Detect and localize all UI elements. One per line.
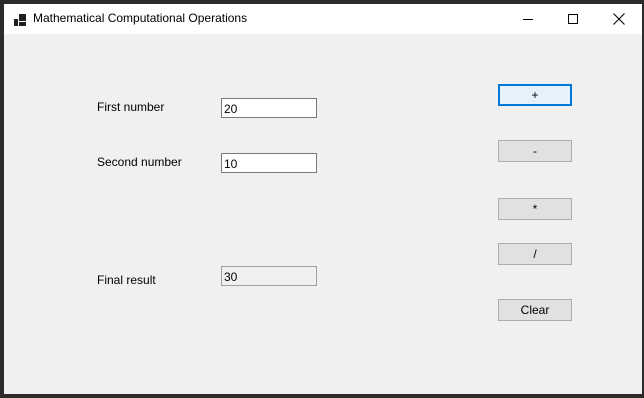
first-number-input[interactable] <box>221 98 317 118</box>
add-button[interactable]: + <box>498 84 572 106</box>
window-title: Mathematical Computational Operations <box>33 11 248 25</box>
subtract-button[interactable]: - <box>498 140 572 162</box>
second-number-label: Second number <box>97 155 182 169</box>
maximize-icon <box>568 14 578 24</box>
app-window: Mathematical Computational Operations Fi… <box>4 4 642 394</box>
clear-button[interactable]: Clear <box>498 299 572 321</box>
close-icon <box>613 13 625 25</box>
close-button[interactable] <box>596 4 642 34</box>
final-result-output[interactable] <box>221 266 317 286</box>
minimize-button[interactable] <box>505 4 551 34</box>
app-window-icon <box>14 13 26 26</box>
final-result-label: Final result <box>97 273 156 287</box>
multiply-button[interactable]: * <box>498 198 572 220</box>
divide-button[interactable]: / <box>498 243 572 265</box>
maximize-button[interactable] <box>550 4 596 34</box>
second-number-input[interactable] <box>221 153 317 173</box>
first-number-label: First number <box>97 100 165 114</box>
minimize-icon <box>523 14 533 24</box>
title-bar[interactable]: Mathematical Computational Operations <box>4 4 642 34</box>
